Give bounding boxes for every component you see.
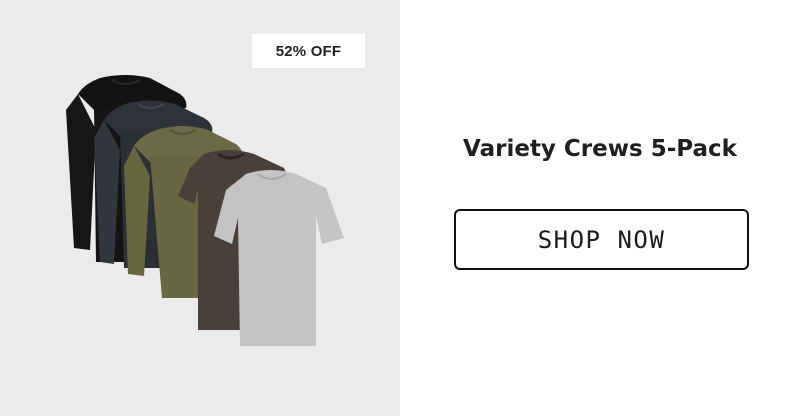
discount-badge: 52% OFF	[252, 34, 365, 68]
product-image-panel[interactable]: 52% OFF	[0, 0, 400, 416]
product-title[interactable]: Variety Crews 5-Pack	[400, 136, 800, 162]
shop-now-button[interactable]: SHOP NOW	[454, 209, 749, 270]
product-info-panel: Variety Crews 5-Pack SHOP NOW	[400, 0, 800, 416]
